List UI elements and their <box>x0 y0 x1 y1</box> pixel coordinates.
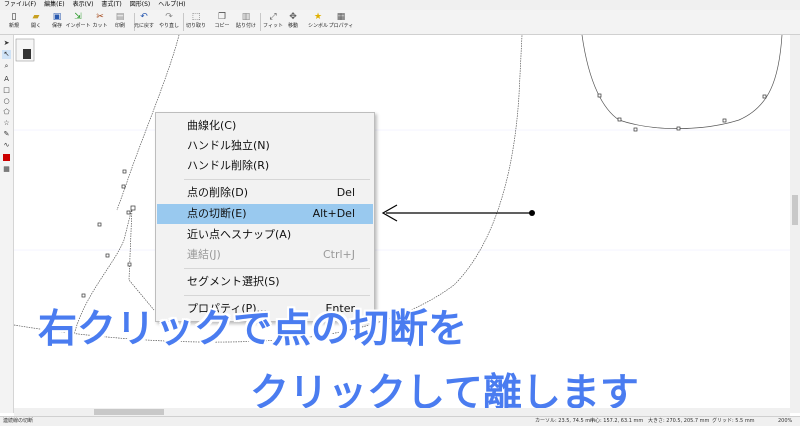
menu-item-handle-independent[interactable]: ハンドル独立(N) <box>157 136 373 156</box>
pointer-arrow <box>381 204 535 222</box>
redo-button[interactable]: ↷ やり直し <box>155 11 183 33</box>
menu-shape[interactable]: 図形(S) <box>126 0 155 10</box>
text-tool-icon[interactable]: A <box>2 75 11 84</box>
horizontal-scrollbar[interactable] <box>14 408 790 416</box>
open-icon: ▰ <box>32 12 40 22</box>
move-icon: ✥ <box>289 12 297 22</box>
menu-file[interactable]: ファイル(F) <box>0 0 40 10</box>
redo-label: やり直し <box>158 23 179 29</box>
menu-item-join: 連結(J) Ctrl+J <box>157 245 373 265</box>
toolbar: ▯ 新規 ▰ 開く ▣ 保存 ⇲ インポート ✂ カット ▤ 印刷 ↶ 元に戻す ↷ やり直し … <box>0 10 800 35</box>
menu-help[interactable]: ヘルプ(H) <box>154 0 189 10</box>
symbol-icon: ★ <box>313 12 323 22</box>
paste-icon: ▥ <box>241 12 251 22</box>
tool-palette: ➤ ↖ ⌕ A □ ○ ⬠ ☆ ✎ ∿ ▦ <box>0 35 14 413</box>
insert-icon: ⇲ <box>74 12 82 22</box>
menu-separator <box>184 295 370 296</box>
menu-separator <box>184 268 370 269</box>
polygon-tool-icon[interactable]: ⬠ <box>2 108 11 117</box>
undo-button[interactable]: ↶ 元に戻す <box>130 11 158 33</box>
trim-icon: ⬚ <box>191 12 201 22</box>
horizontal-scroll-thumb[interactable] <box>94 409 164 415</box>
menu-item-label: 連結(J) <box>187 248 221 261</box>
paste-button[interactable]: ▥ 貼り付け <box>232 11 260 33</box>
menu-item-cut-point[interactable]: 点の切断(E) Alt+Del <box>157 204 373 224</box>
menu-item-shortcut: Alt+Del <box>312 207 355 220</box>
menu-format[interactable]: 書式(T) <box>97 0 125 10</box>
menu-item-label: ハンドル削除(R) <box>187 159 270 172</box>
star-tool-icon[interactable]: ☆ <box>2 119 11 128</box>
menu-item-label: 曲線化(C) <box>187 119 237 132</box>
menu-view[interactable]: 表示(V) <box>69 0 98 10</box>
canvas-drawing <box>14 35 790 343</box>
menu-separator <box>184 179 370 180</box>
property-icon: ▦ <box>336 12 346 22</box>
pen-tool-icon[interactable]: ✎ <box>2 130 11 139</box>
fit-icon: ⤢ <box>269 12 277 22</box>
ellipse-tool-icon[interactable]: ○ <box>2 97 11 106</box>
menu-edit[interactable]: 編集(E) <box>40 0 68 10</box>
caption-line-1: 右クリックで点の切断を <box>38 307 468 352</box>
move-label: 移動 <box>287 23 298 29</box>
property-label: プロパティ <box>328 23 354 29</box>
menu-item-label: ハンドル独立(N) <box>187 139 270 152</box>
curve-path[interactable] <box>581 35 783 129</box>
trim-button[interactable]: ⬚ 切り取り <box>182 11 210 33</box>
vertical-scrollbar[interactable] <box>790 35 800 413</box>
menu-item-shortcut: Ctrl+J <box>322 248 355 261</box>
undo-label: 元に戻す <box>133 23 154 29</box>
fill-color-icon[interactable] <box>3 154 10 161</box>
menu-item-label: 点の切断(E) <box>187 207 247 220</box>
node-select-icon[interactable]: ↖ <box>2 50 11 59</box>
property-button[interactable]: ▦ プロパティ <box>327 11 355 33</box>
curve-tool-icon[interactable]: ∿ <box>2 141 11 150</box>
menu-item-snap-nearest[interactable]: 近い点へスナップ(A) <box>157 225 373 245</box>
page-thumbnail-icon <box>15 38 35 62</box>
edit-icon: ▤ <box>115 12 125 22</box>
new-icon: ▯ <box>11 12 17 22</box>
undo-icon: ↶ <box>140 12 148 22</box>
grid-icon[interactable]: ▦ <box>2 165 11 174</box>
move-button[interactable]: ✥ 移動 <box>279 11 307 33</box>
menu-item-label: 近い点へスナップ(A) <box>187 228 292 241</box>
context-menu: 曲線化(C) ハンドル独立(N) ハンドル削除(R) 点の削除(D) Del 点の… <box>155 112 375 322</box>
menu-item-segment-select[interactable]: セグメント選択(S) <box>157 272 373 292</box>
save-icon: ▣ <box>52 12 62 22</box>
menu-bar: ファイル(F) 編集(E) 表示(V) 書式(T) 図形(S) ヘルプ(H) <box>0 0 800 10</box>
redo-icon: ↷ <box>165 12 173 22</box>
menu-item-curve[interactable]: 曲線化(C) <box>157 116 373 136</box>
menu-item-delete-point[interactable]: 点の削除(D) Del <box>157 183 373 203</box>
copy-icon: ❐ <box>217 12 227 22</box>
curve-path[interactable] <box>128 207 155 311</box>
trim-label: 切り取り <box>185 23 206 29</box>
vertical-scroll-thumb[interactable] <box>792 195 798 225</box>
cut-icon: ✂ <box>96 12 104 22</box>
zoom-icon[interactable]: ⌕ <box>2 62 11 71</box>
rectangle-tool-icon[interactable]: □ <box>2 86 11 95</box>
drawing-canvas[interactable] <box>14 35 790 413</box>
menu-item-label: 点の削除(D) <box>187 186 249 199</box>
paste-label: 貼り付け <box>235 23 256 29</box>
select-arrow-icon[interactable]: ➤ <box>2 39 11 48</box>
menu-item-shortcut: Del <box>336 186 355 199</box>
menu-item-label: セグメント選択(S) <box>187 275 280 288</box>
menu-item-handle-delete[interactable]: ハンドル削除(R) <box>157 156 373 176</box>
